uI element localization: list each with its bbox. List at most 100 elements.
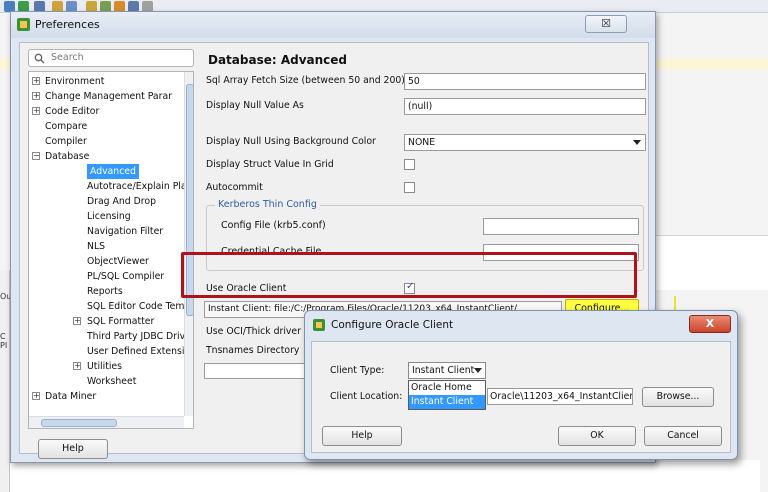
tree-item[interactable]: Worksheet — [29, 374, 183, 389]
sqldeveloper-icon — [17, 18, 30, 31]
close-icon: ☒ — [601, 17, 611, 30]
null-bg-select[interactable]: NONE — [404, 134, 646, 151]
null-value-label: Display Null Value As — [206, 100, 304, 111]
tree-item-label: Data Miner — [45, 391, 97, 402]
close-icon: X — [705, 317, 715, 330]
expand-icon[interactable]: + — [32, 77, 40, 85]
tree-item[interactable]: Navigation Filter — [29, 224, 183, 239]
tree-item-label: Compiler — [45, 136, 87, 147]
search-icon — [34, 53, 45, 64]
client-location-label: Client Location: — [330, 391, 403, 402]
configure-titlebar[interactable]: Configure Oracle Client X — [305, 311, 737, 337]
expand-icon[interactable]: + — [32, 107, 40, 115]
tree-item[interactable]: Advanced — [29, 164, 183, 179]
ide-left-gutter: Out C PI — [0, 270, 15, 492]
chevron-down-icon — [633, 140, 641, 145]
tree-horizontal-scrollbar[interactable] — [29, 416, 184, 428]
tree-item[interactable]: + Utilities — [29, 359, 183, 374]
tree-item[interactable]: ObjectViewer — [29, 254, 183, 269]
tree-item[interactable]: + SQL Formatter — [29, 314, 183, 329]
tree-item-label: ObjectViewer — [87, 256, 149, 267]
cancel-button[interactable]: Cancel — [644, 426, 722, 446]
tree-item-label: Autotrace/Explain Plan — [87, 181, 193, 192]
ide-side-label: C PI — [0, 332, 8, 350]
tree-item-label: Advanced — [87, 164, 139, 179]
tree-item-label: PL/SQL Compiler — [87, 271, 165, 282]
tree-item[interactable]: SQL Editor Code Templ — [29, 299, 193, 314]
tree-item-label: Reports — [87, 286, 123, 297]
tree-item[interactable]: + Data Miner — [29, 389, 183, 404]
autocommit-label: Autocommit — [206, 182, 263, 193]
sqldeveloper-icon — [313, 319, 325, 331]
help-button[interactable]: Help — [38, 439, 108, 459]
help-label: Help — [62, 443, 84, 454]
dropdown-option-oracle-home[interactable]: Oracle Home — [409, 381, 485, 395]
ok-label: OK — [590, 430, 604, 441]
null-bg-value: NONE — [408, 137, 436, 148]
collapse-icon[interactable]: − — [32, 152, 40, 160]
tree-item-label: SQL Formatter — [87, 316, 155, 327]
tree-item-label: Change Management Parar — [45, 91, 172, 102]
tree-item[interactable]: Autotrace/Explain Plan — [29, 179, 192, 194]
tree-item[interactable]: NLS — [29, 239, 183, 254]
expand-icon[interactable]: + — [73, 317, 81, 325]
use-oci-label: Use OCI/Thick driver — [206, 326, 301, 337]
tree-item[interactable]: Drag And Drop — [29, 194, 183, 209]
tnsnames-field[interactable] — [204, 363, 314, 379]
tree-item[interactable]: Licensing — [29, 209, 183, 224]
preferences-tree[interactable]: + Environment + Change Management Parar + Cod… — [28, 71, 194, 429]
configure-oracle-client-dialog: Configure Oracle Client X Client Type: I… — [304, 310, 738, 460]
config-file-field[interactable] — [483, 218, 639, 235]
client-location-field[interactable]: Oracle\11203_x64_InstantClient — [487, 388, 633, 405]
preferences-titlebar[interactable]: Preferences ☒ — [11, 12, 655, 38]
tree-item-label: NLS — [87, 241, 106, 252]
browse-label: Browse... — [656, 391, 700, 402]
client-type-label: Client Type: — [330, 365, 385, 376]
tree-item[interactable]: − Database — [29, 149, 183, 164]
tree-item-label: Code Editor — [45, 106, 100, 117]
close-button[interactable]: X — [689, 315, 731, 333]
fetch-size-field[interactable]: 50 — [404, 73, 646, 90]
tree-item-label: Environment — [45, 76, 105, 87]
tree-item[interactable]: + Code Editor — [29, 104, 183, 119]
tree-item[interactable]: + Environment — [29, 74, 183, 89]
tree-item[interactable]: User Defined Extension — [29, 344, 193, 359]
client-type-select[interactable]: Instant Client — [408, 362, 486, 379]
config-file-label: Config File (krb5.conf) — [221, 220, 326, 231]
cancel-label: Cancel — [667, 430, 699, 441]
autocommit-checkbox[interactable] — [404, 182, 415, 193]
tree-item[interactable]: Compare — [29, 119, 183, 134]
tnsnames-label: Tnsnames Directory — [206, 345, 300, 356]
expand-icon[interactable]: + — [73, 362, 81, 370]
tree-item-label: Compare — [45, 121, 88, 132]
close-button[interactable]: ☒ — [585, 15, 627, 33]
scrollbar-thumb[interactable] — [41, 419, 117, 427]
tree-item[interactable]: Compiler — [29, 134, 183, 149]
help-button[interactable]: Help — [322, 426, 402, 446]
browse-button[interactable]: Browse... — [642, 387, 714, 407]
tree-item-label: Licensing — [87, 211, 131, 222]
configure-body: Client Type: Instant Client Client Locat… — [311, 341, 731, 453]
tree-item-label: User Defined Extension — [87, 346, 194, 357]
annotation-highlight-frame — [181, 252, 637, 298]
tree-item[interactable]: Reports — [29, 284, 183, 299]
struct-label: Display Struct Value In Grid — [206, 159, 334, 170]
tree-item-label: Utilities — [87, 361, 122, 372]
tree-item[interactable]: PL/SQL Compiler — [29, 269, 183, 284]
tree-item-label: Drag And Drop — [87, 196, 157, 207]
expand-icon[interactable]: + — [32, 392, 40, 400]
tree-item[interactable]: + Change Management Parar — [29, 89, 183, 104]
tree-item[interactable]: Third Party JDBC Driver — [29, 329, 193, 344]
dialog-title: Configure Oracle Client — [331, 319, 454, 331]
dropdown-option-instant-client[interactable]: Instant Client — [409, 395, 485, 409]
dialog-title: Preferences — [35, 18, 100, 31]
ide-results-grid — [10, 460, 760, 492]
ok-button[interactable]: OK — [558, 426, 636, 446]
null-bg-label: Display Null Using Background Color — [206, 136, 376, 147]
tree-vertical-scrollbar[interactable] — [184, 72, 193, 416]
null-value-field[interactable]: (null) — [404, 98, 646, 115]
search-input[interactable]: Search — [28, 49, 194, 67]
expand-icon[interactable]: + — [32, 92, 40, 100]
ide-editor-area — [655, 235, 768, 290]
struct-checkbox[interactable] — [404, 159, 415, 170]
